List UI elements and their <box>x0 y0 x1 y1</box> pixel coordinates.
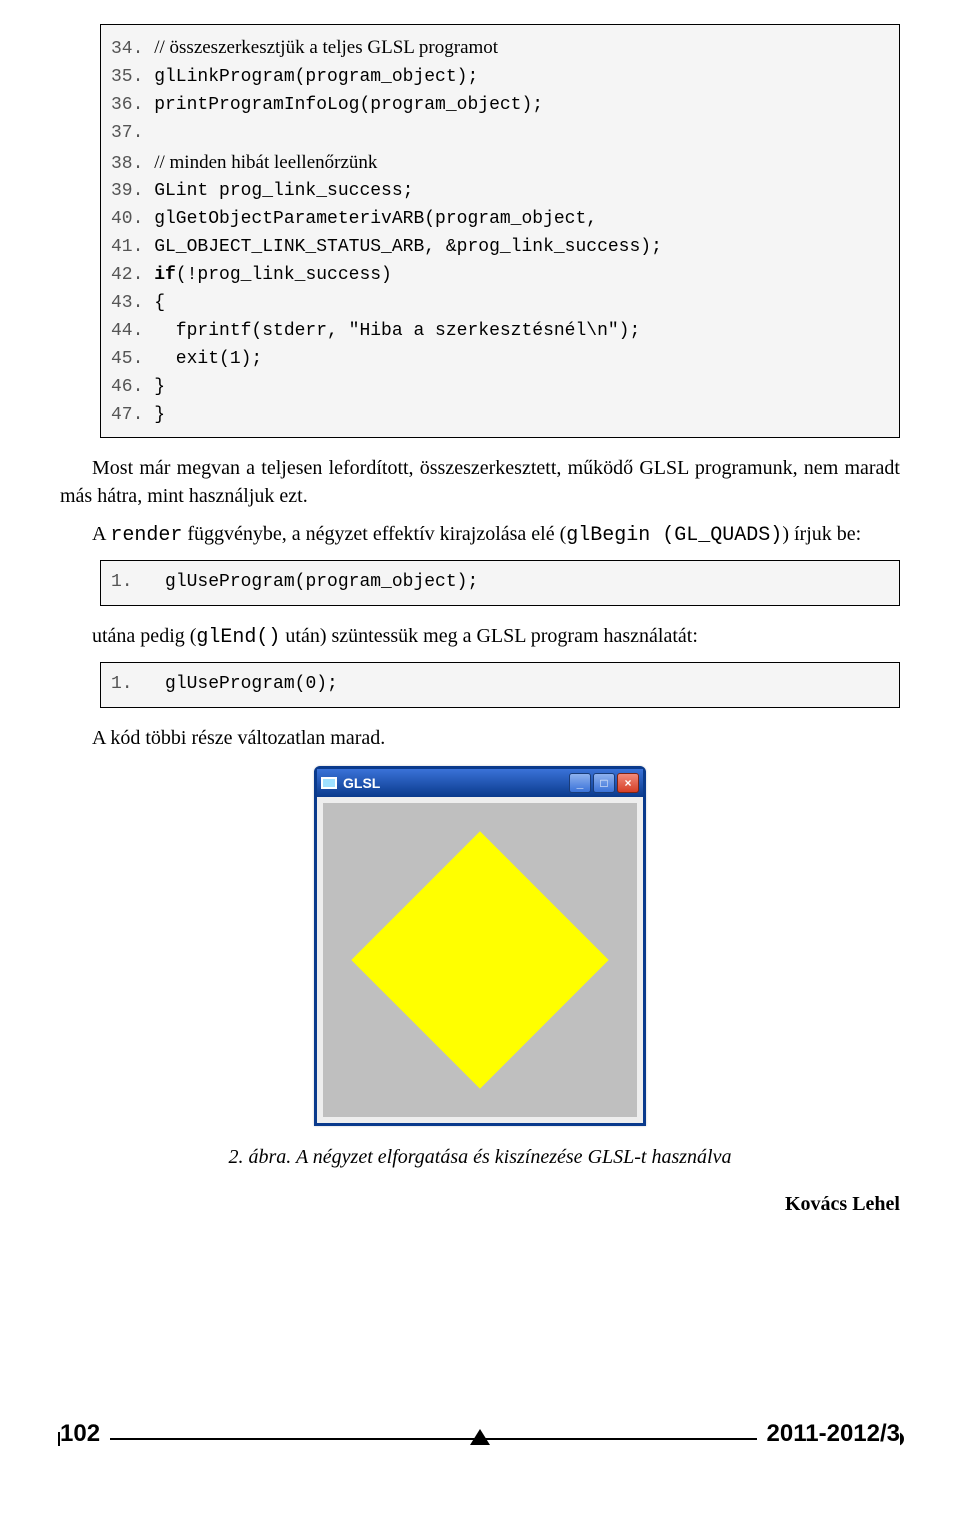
text: utána pedig ( <box>92 625 196 647</box>
inline-code-glend: glEnd() <box>196 626 280 649</box>
app-icon <box>321 777 337 789</box>
author-name: Kovács Lehel <box>60 1193 900 1216</box>
caption-number: 2. ábra. <box>229 1146 292 1168</box>
footer-triangle-icon <box>470 1429 490 1445</box>
text: A <box>92 523 110 545</box>
titlebar: GLSL _ □ × <box>317 769 643 797</box>
page-number: 102 <box>60 1420 110 1448</box>
minimize-button[interactable]: _ <box>569 773 591 793</box>
inline-code-glbegin: glBegin (GL_QUADS) <box>566 524 782 547</box>
code-block-3: 1. glUseProgram(0); <box>100 662 900 708</box>
window-buttons: _ □ × <box>569 773 639 793</box>
gl-canvas <box>323 803 637 1117</box>
paragraph-3: utána pedig (glEnd() után) szüntessük me… <box>60 622 900 652</box>
paragraph-1: Most már megvan a teljesen lefordított, … <box>60 454 900 510</box>
figure-glsl-window: GLSL _ □ × <box>314 766 646 1126</box>
window-title: GLSL <box>343 775 569 791</box>
close-button[interactable]: × <box>617 773 639 793</box>
text: ) írjuk be: <box>782 523 861 545</box>
inline-code-render: render <box>110 524 182 547</box>
page-footer: 102 2011-2012/3 <box>60 1426 900 1460</box>
paragraph-2: A render függvénybe, a négyzet effektív … <box>60 520 900 550</box>
client-area <box>317 797 643 1123</box>
maximize-button[interactable]: □ <box>593 773 615 793</box>
issue-number: 2011-2012/3 <box>757 1420 900 1448</box>
app-window: GLSL _ □ × <box>314 766 646 1126</box>
paragraph-4: A kód többi része változatlan marad. <box>60 724 900 752</box>
text: után) szüntessük meg a GLSL program hasz… <box>280 625 697 647</box>
text: függvénybe, a négyzet effektív kirajzolá… <box>182 523 566 545</box>
code-block-2: 1. glUseProgram(program_object); <box>100 560 900 606</box>
figure-caption: 2. ábra. A négyzet elforgatása és kiszín… <box>60 1146 900 1169</box>
yellow-diamond-shape <box>351 832 608 1089</box>
caption-text: A négyzet elforgatása és kiszínezése GLS… <box>291 1146 731 1168</box>
code-block-1: 34. // összeszerkesztjük a teljes GLSL p… <box>100 24 900 438</box>
